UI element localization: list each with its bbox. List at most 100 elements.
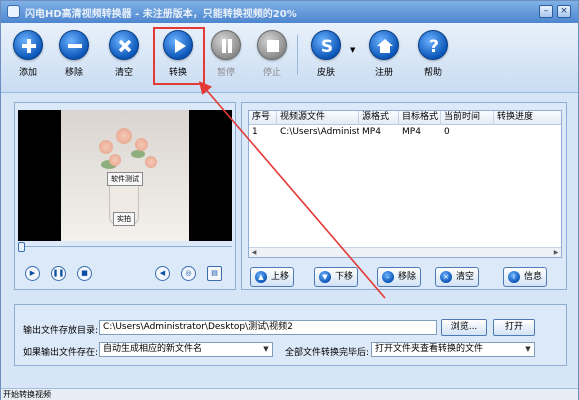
pause-label: 暂停 (216, 68, 235, 78)
toolbar-separator (297, 35, 298, 75)
chevron-down-icon[interactable]: ▼ (522, 343, 534, 356)
leaf-shape (131, 150, 145, 158)
remove-label: 移除 (64, 68, 83, 78)
header-src-format[interactable]: 源格式 (359, 111, 399, 125)
stop-label: 停止 (262, 68, 281, 78)
remove-button[interactable]: 移除 (53, 30, 95, 78)
info-icon: i (508, 271, 520, 283)
header-source[interactable]: 视频源文件 (277, 111, 359, 125)
open-button[interactable]: 打开 (493, 319, 535, 336)
info-button[interactable]: i 信息 (503, 267, 548, 287)
file-table: 序号 视频源文件 源格式 目标格式 当前时间 转换进度 1 C:\Users\A… (248, 110, 562, 258)
chevron-down-icon[interactable]: ▼ (260, 343, 272, 356)
output-settings-panel: 输出文件存放目录: C:\Users\Administrator\Desktop… (14, 304, 567, 366)
flower-shape (145, 156, 157, 168)
register-button[interactable]: 注册 (363, 30, 405, 78)
done-label: 全部文件转换完毕后: (285, 348, 370, 358)
move-up-button[interactable]: ▲ 上移 (250, 267, 295, 287)
list-clear-label: 清空 (456, 272, 475, 282)
minus-icon (59, 30, 89, 60)
screenshot-icon[interactable]: ◎ (181, 266, 196, 281)
pause-preview-icon[interactable]: ❚❚ (51, 266, 66, 281)
app-window: 闪电HD高清视频转换器 - 未注册版本，只能转换视频的20% – × 添加 移除… (0, 0, 579, 400)
seek-handle[interactable] (18, 242, 25, 252)
preview-caption-top: 软件测试 (107, 172, 143, 186)
add-label: 添加 (18, 68, 37, 78)
browse-button[interactable]: 浏览... (441, 319, 487, 336)
scroll-left-icon[interactable]: ◀ (249, 248, 259, 257)
minus-icon: – (382, 271, 394, 283)
exists-label: 如果输出文件存在: (23, 348, 99, 358)
table-row[interactable]: 1 C:\Users\Administrator... MP4 MP4 0 (249, 126, 561, 140)
seek-bar[interactable] (18, 242, 232, 252)
arrow-down-icon: ▼ (319, 271, 331, 283)
flower-shape (109, 154, 121, 166)
minimize-button[interactable]: – (539, 5, 553, 18)
output-dir-label: 输出文件存放目录: (23, 326, 99, 336)
exists-select-value: 自动生成相应的新文件名 (103, 344, 203, 354)
clear-button[interactable]: 清空 (103, 30, 145, 78)
skin-dropdown-chevron-icon[interactable]: ▼ (350, 46, 355, 54)
table-header: 序号 视频源文件 源格式 目标格式 当前时间 转换进度 (249, 111, 561, 125)
stop-button[interactable]: 停止 (251, 30, 293, 78)
svg-text:S: S (321, 37, 333, 57)
stop-icon (257, 30, 287, 60)
list-remove-button[interactable]: – 移除 (377, 267, 422, 287)
help-button[interactable]: ? 帮助 (412, 30, 454, 78)
skin-button[interactable]: S 皮肤 (305, 30, 347, 78)
output-dir-field[interactable]: C:\Users\Administrator\Desktop\测试\视频2 (99, 320, 437, 335)
plus-icon (13, 30, 43, 60)
title-bar: 闪电HD高清视频转换器 - 未注册版本，只能转换视频的20% – × (1, 1, 578, 23)
done-select[interactable]: 打开文件夹查看转换的文件 ▼ (371, 342, 535, 357)
header-dst-format[interactable]: 目标格式 (399, 111, 441, 125)
add-button[interactable]: 添加 (7, 30, 49, 78)
help-label: 帮助 (423, 68, 442, 78)
status-bar: 开始转换视频 (1, 388, 578, 400)
skin-icon: S (311, 30, 341, 60)
flower-shape (116, 128, 132, 144)
x-icon (109, 30, 139, 60)
stop-preview-icon[interactable]: ■ (77, 266, 92, 281)
header-time[interactable]: 当前时间 (441, 111, 494, 125)
preview-caption-bottom: 实拍 (113, 212, 135, 226)
header-progress[interactable]: 转换进度 (494, 111, 561, 125)
flower-shape (135, 138, 148, 151)
app-icon (7, 5, 20, 18)
window-title: 闪电HD高清视频转换器 - 未注册版本，只能转换视频的20% (25, 9, 297, 20)
pause-button[interactable]: 暂停 (205, 30, 247, 78)
arrow-up-icon: ▲ (255, 271, 267, 283)
close-button[interactable]: × (557, 5, 571, 18)
move-down-button[interactable]: ▼ 下移 (314, 267, 359, 287)
move-down-label: 下移 (335, 272, 354, 282)
question-icon: ? (418, 30, 448, 60)
register-label: 注册 (374, 68, 393, 78)
header-index[interactable]: 序号 (249, 111, 277, 125)
cell-progress (494, 126, 561, 140)
play-preview-icon[interactable]: ▶ (25, 266, 40, 281)
clear-label: 清空 (114, 68, 133, 78)
flower-shape (99, 140, 113, 154)
skin-label: 皮肤 (316, 68, 335, 78)
video-preview: 软件测试 实拍 (18, 110, 232, 241)
folder-icon[interactable]: ▤ (207, 266, 222, 281)
volume-icon[interactable]: ◀ (155, 266, 170, 281)
move-up-label: 上移 (271, 272, 290, 282)
pause-icon (211, 30, 241, 60)
list-clear-button[interactable]: × 清空 (435, 267, 480, 287)
cell-index: 1 (252, 127, 258, 137)
horizontal-scrollbar[interactable]: ◀ ▶ (249, 247, 561, 257)
list-remove-label: 移除 (398, 272, 417, 282)
svg-text:?: ? (429, 37, 439, 57)
file-list-panel: 序号 视频源文件 源格式 目标格式 当前时间 转换进度 1 C:\Users\A… (241, 102, 567, 290)
home-icon (369, 30, 399, 60)
info-label: 信息 (524, 272, 543, 282)
cell-time: 0 (444, 127, 450, 137)
cell-source: C:\Users\Administrator... (280, 127, 359, 137)
exists-select[interactable]: 自动生成相应的新文件名 ▼ (99, 342, 273, 357)
cell-dst-format: MP4 (402, 127, 421, 137)
convert-highlight-box (153, 27, 205, 85)
scroll-right-icon[interactable]: ▶ (551, 248, 561, 257)
x-icon: × (440, 271, 452, 283)
preview-image: 软件测试 实拍 (61, 110, 189, 241)
preview-panel: 软件测试 实拍 ▶ ❚❚ ■ ◀ ◎ ▤ (14, 102, 236, 290)
